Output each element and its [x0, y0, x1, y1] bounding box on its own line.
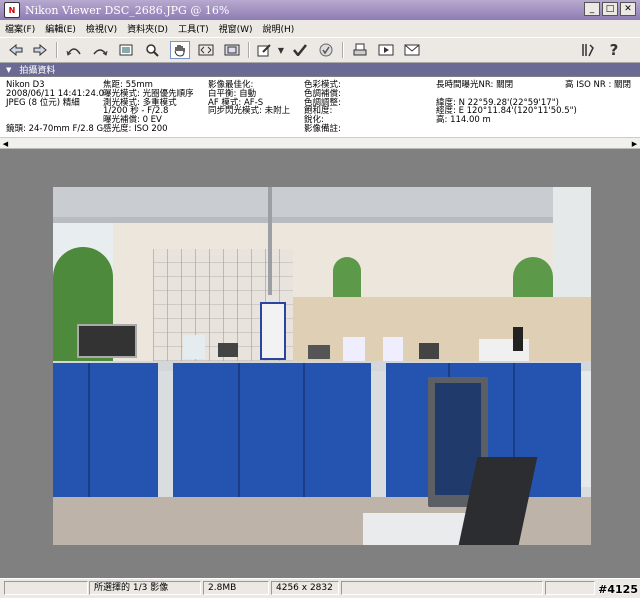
altitude: 高: 114.00 m [436, 115, 491, 126]
photo-device-3 [308, 345, 330, 359]
file-format: JPEG (8 位元) 精細 [6, 97, 80, 108]
menu-file[interactable]: 檔案(F) [0, 22, 40, 35]
menu-view[interactable]: 檢視(V) [81, 22, 122, 35]
photo-monitor-left [77, 324, 137, 358]
photo-cabinet-seam [88, 363, 90, 497]
long-exposure-nr: 長時間曝光NR: 關閉 [436, 80, 514, 90]
photo-device-5 [383, 337, 403, 361]
info-horizontal-scrollbar[interactable]: ◀ ▶ [0, 138, 640, 149]
rotate-left-icon[interactable] [64, 41, 84, 59]
image-viewer-area[interactable] [3, 151, 636, 578]
status-dimensions: 4256 x 2832 [271, 581, 339, 595]
forward-icon[interactable] [30, 41, 50, 59]
toolbar: ▼ ? [0, 37, 640, 63]
high-iso-nr: 高 ISO NR : 關閉 [565, 80, 632, 90]
close-button[interactable]: ✕ [620, 2, 636, 16]
info-panel-header[interactable]: ▼ 拍攝資料 [0, 63, 640, 76]
photo-cabinet-seam [303, 363, 305, 497]
noise-reduction-column: 高 ISO NR : 關閉 [565, 81, 631, 90]
status-file-size: 2.8MB [203, 581, 269, 595]
slideshow-icon[interactable] [116, 41, 136, 59]
menu-window[interactable]: 視窗(W) [214, 22, 258, 35]
image-settings-column: 影像最佳化: 白平衡: 自動 AF 模式: AF-S 同步閃光模式: 未附上 [208, 81, 290, 116]
photo-preview[interactable] [53, 187, 591, 545]
exposure-info-column: 焦距: 55mm 曝光模式: 光圈優先順序 測光模式: 多重模式 1/200 秒… [103, 81, 194, 134]
status-empty-field [341, 581, 543, 595]
scroll-left-arrow-icon[interactable]: ◀ [0, 138, 11, 149]
minimize-button[interactable]: _ [584, 2, 600, 16]
collapse-arrow-icon[interactable]: ▼ [6, 66, 11, 74]
color-settings-column: 色彩模式: 色調補償: 色調調整: 飽和度: 銳化: 影像備註: [304, 81, 341, 134]
iso-sensitivity: 感光度: ISO 200 [103, 123, 168, 134]
nikon-app-icon[interactable]: N [4, 2, 20, 18]
shooting-info-panel: Nikon D3 2008/06/11 14:41:24.0 JPEG (8 位… [0, 77, 640, 138]
photo-cabinet-seam [238, 363, 240, 497]
status-selection: 所選擇的 1/3 影像 [89, 581, 201, 595]
photo-tree-center [333, 257, 361, 297]
settings-icon[interactable] [578, 41, 598, 59]
menu-bar: 檔案(F) 編輯(E) 檢視(V) 資料夾(D) 工具(T) 視窗(W) 說明(… [0, 20, 640, 37]
edit-icon[interactable] [254, 41, 274, 59]
maximize-button[interactable]: □ [602, 2, 618, 16]
status-empty-field [545, 581, 595, 595]
hand-icon[interactable] [170, 41, 190, 59]
gps-info-column: 長時間曝光NR: 關閉 緯度: N 22°59.28'(22°59'17") 經… [436, 81, 577, 125]
back-icon[interactable] [6, 41, 26, 59]
toolbar-separator [56, 42, 58, 58]
watermark: #4125 [598, 583, 638, 596]
flash-sync-mode: 同步閃光模式: 未附上 [208, 106, 291, 117]
edit-dropdown-icon[interactable]: ▼ [276, 41, 286, 59]
window-controls: _ □ ✕ [584, 2, 636, 16]
photo-beige-wall [293, 297, 591, 361]
email-icon[interactable] [402, 41, 422, 59]
protect-icon[interactable] [316, 41, 336, 59]
title-bar: N Nikon Viewer DSC_2686.JPG @ 16% _ □ ✕ [0, 0, 640, 20]
window-title: Nikon Viewer DSC_2686.JPG @ 16% [25, 3, 230, 17]
status-empty-field [4, 581, 88, 595]
scroll-right-arrow-icon[interactable]: ▶ [629, 138, 640, 149]
full-screen-icon[interactable] [222, 41, 242, 59]
photo-ceiling [53, 187, 591, 217]
photo-device-8 [513, 327, 523, 351]
toolbar-separator [342, 42, 344, 58]
check-mark-icon[interactable] [290, 41, 310, 59]
menu-folder[interactable]: 資料夾(D) [122, 22, 173, 35]
transfer-icon[interactable] [376, 41, 396, 59]
photo-blue-cabinet-1 [53, 363, 158, 497]
info-panel-title: 拍攝資料 [19, 66, 56, 76]
photo-device-6 [419, 343, 439, 359]
photo-tree-right [513, 257, 553, 297]
print-icon[interactable] [350, 41, 370, 59]
menu-help[interactable]: 說明(H) [258, 22, 300, 35]
photo-device-1 [183, 335, 205, 359]
image-comment: 影像備註: [304, 123, 341, 134]
lens-info: 鏡頭: 24-70mm F/2.8 G [6, 123, 104, 134]
menu-tools[interactable]: 工具(T) [173, 22, 214, 35]
camera-info-column: Nikon D3 2008/06/11 14:41:24.0 JPEG (8 位… [6, 81, 104, 134]
photo-display-stand [260, 302, 286, 360]
fit-screen-icon[interactable] [196, 41, 216, 59]
photo-device-4 [343, 337, 365, 361]
menu-edit[interactable]: 編輯(E) [40, 22, 81, 35]
photo-blue-cabinet-2 [173, 363, 371, 497]
photo-pole [268, 187, 272, 295]
zoom-icon[interactable] [142, 41, 162, 59]
photo-device-2 [218, 343, 238, 357]
rotate-right-icon[interactable] [90, 41, 110, 59]
toolbar-separator [248, 42, 250, 58]
help-icon[interactable]: ? [604, 41, 624, 59]
status-bar: 所選擇的 1/3 影像 2.8MB 4256 x 2832 #4125 [0, 578, 640, 598]
